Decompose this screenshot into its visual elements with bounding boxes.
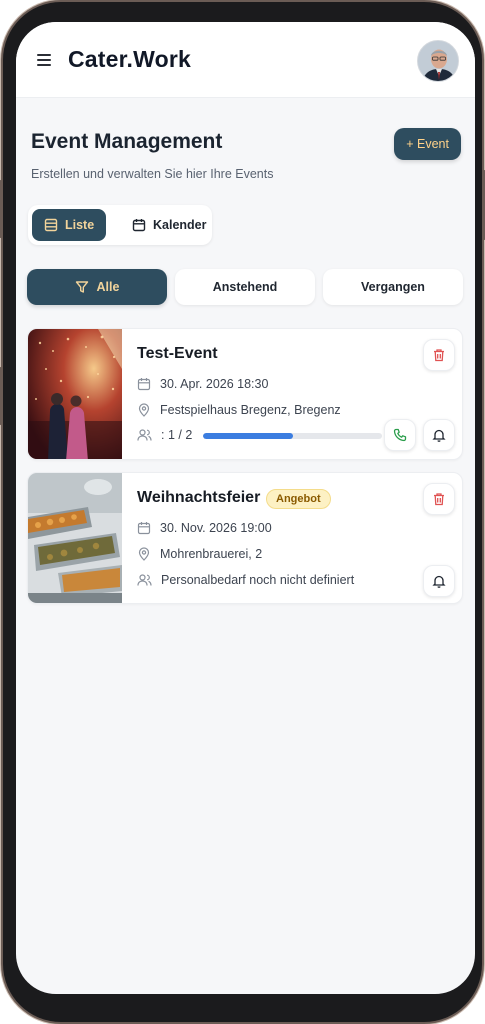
brand-logo: Cater.Work: [68, 46, 192, 72]
filter-tab-upcoming-label: Anstehend: [212, 280, 278, 294]
map-pin-icon: [138, 403, 150, 417]
phone-icon: [393, 428, 407, 442]
staff-count: : 1 / 2: [161, 428, 193, 442]
trash-icon: [434, 349, 444, 362]
staff-progress-bar: [203, 433, 382, 439]
event-date-row: 30. Nov. 2026 19:00: [137, 521, 272, 535]
delete-event-button[interactable]: [423, 483, 455, 515]
filter-tab-past[interactable]: Vergangen: [323, 269, 463, 305]
delete-event-button[interactable]: [423, 339, 455, 371]
app-header: Cater.Work: [16, 22, 475, 98]
add-event-button[interactable]: + Event: [394, 128, 461, 160]
bell-icon: [432, 575, 446, 588]
user-avatar[interactable]: [417, 40, 459, 82]
event-image: [28, 329, 122, 459]
notify-button[interactable]: [423, 419, 455, 451]
volume-up-button: [0, 180, 2, 238]
list-icon: [44, 218, 58, 232]
volume-down-button: [0, 367, 2, 425]
page-subtitle: Erstellen und verwalten Sie hier Ihre Ev…: [31, 167, 274, 181]
notify-button[interactable]: [423, 565, 455, 597]
calendar-view-button[interactable]: Kalender: [120, 209, 219, 241]
filter-tab-all-label: Alle: [96, 280, 120, 294]
staff-requirement-text: Personalbedarf noch nicht definiert: [161, 573, 355, 587]
event-card[interactable]: Test-Event 30. Apr. 2026 18:30 Festspiel…: [27, 328, 463, 460]
bell-icon: [432, 429, 446, 442]
calendar-view-label: Kalender: [153, 218, 207, 232]
event-location-row: Festspielhaus Bregenz, Bregenz: [137, 403, 341, 417]
filter-icon: [75, 281, 88, 293]
event-date-row: 30. Apr. 2026 18:30: [137, 377, 268, 391]
trash-icon: [434, 493, 444, 506]
map-pin-icon: [138, 547, 150, 561]
filter-tab-upcoming[interactable]: Anstehend: [175, 269, 315, 305]
event-location: Mohrenbrauerei, 2: [160, 547, 263, 561]
call-button[interactable]: [384, 419, 416, 451]
event-image: [28, 473, 122, 603]
event-card[interactable]: Weihnachtsfeier Angebot 30. Nov. 2026 19…: [27, 472, 463, 604]
list-view-button[interactable]: Liste: [32, 209, 107, 241]
users-icon: [137, 429, 152, 441]
app-screen: Cater.Work Event Management Erstellen un…: [16, 22, 475, 994]
event-datetime: 30. Nov. 2026 19:00: [160, 521, 272, 535]
event-datetime: 30. Apr. 2026 18:30: [160, 377, 269, 391]
calendar-icon: [132, 219, 146, 232]
event-location-row: Mohrenbrauerei, 2: [137, 547, 262, 561]
event-staff-row: Personalbedarf noch nicht definiert: [137, 573, 354, 587]
calendar-icon: [137, 378, 151, 391]
users-icon: [137, 574, 152, 586]
event-location: Festspielhaus Bregenz, Bregenz: [160, 403, 341, 417]
phone-frame: Cater.Work Event Management Erstellen un…: [0, 2, 485, 1022]
status-badge: Angebot: [266, 489, 331, 509]
list-view-label: Liste: [65, 218, 95, 232]
staff-progress-fill: [203, 433, 293, 439]
page-title: Event Management: [31, 130, 223, 153]
calendar-icon: [137, 522, 151, 535]
filter-tab-past-label: Vergangen: [361, 280, 425, 294]
event-title: Test-Event: [137, 345, 218, 362]
view-toggle: Liste Kalender: [28, 205, 212, 245]
event-staff-row: : 1 / 2: [137, 428, 192, 442]
hamburger-menu-icon[interactable]: [37, 54, 51, 66]
event-title: Weihnachtsfeier: [137, 489, 261, 506]
filter-tab-all[interactable]: Alle: [27, 269, 167, 305]
